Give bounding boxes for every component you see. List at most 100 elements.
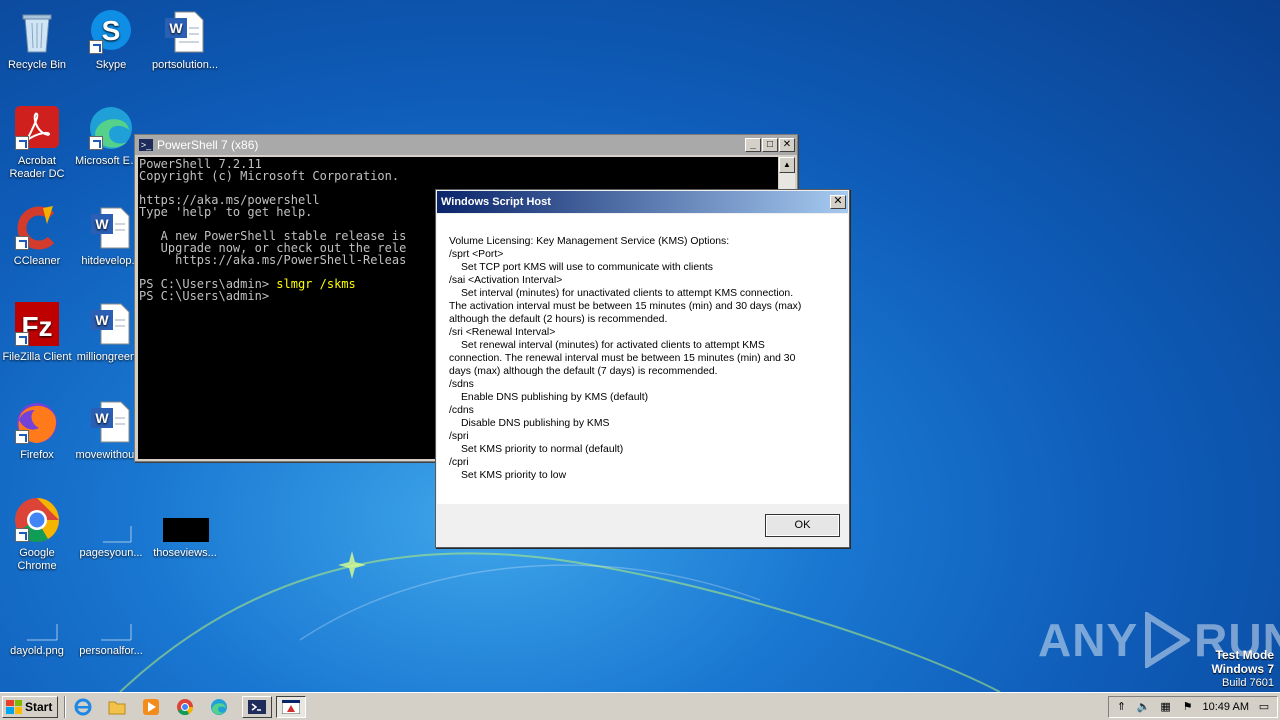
dialog-message: Volume Licensing: Key Management Service… [437,214,848,504]
svg-text:W: W [95,312,109,328]
script-host-icon [282,699,301,714]
clock[interactable]: 10:49 AM [1203,701,1249,713]
dialog-line: /sai <Activation Interval> [449,275,563,286]
shortcut-arrow-icon [15,332,29,346]
close-button[interactable]: ✕ [779,138,795,152]
shortcut-arrow-icon [15,430,29,444]
ok-button[interactable]: OK [765,514,840,537]
desktop-icon-recycle-bin[interactable]: Recycle Bin [0,8,74,72]
maximize-button[interactable]: □ [762,138,778,152]
svg-text:W: W [95,410,109,426]
skype-icon: S [87,8,135,56]
dialog-line: Disable DNS publishing by KMS [461,418,610,429]
desktop-icon-label: CCleaner [13,255,61,267]
shortcut-arrow-icon [89,136,103,150]
desktop-icon-personalfor[interactable]: personalfor... [74,594,148,658]
dialog-line: /sri <Renewal Interval> [449,327,556,338]
folder-icon [108,701,126,714]
taskbar-item-powershell[interactable] [242,695,273,718]
minimize-button[interactable]: _ [745,138,761,152]
windows-logo-icon [6,699,22,714]
action-center-flag-icon[interactable]: ⚑ [1181,700,1195,714]
taskbar: Start ⇑ 🔈 ▦ ⚑ 10:49 AM ▭ [0,692,1280,720]
powershell-title-bar[interactable]: >_ PowerShell 7 (x86) _ □ ✕ [135,135,797,155]
dialog-line: Set KMS priority to low [461,470,567,481]
dialog-line: The activation interval must be between … [449,301,802,312]
desktop-icon-pagesyoun[interactable]: pagesyoun... [74,496,148,560]
dialog-title-bar[interactable]: Windows Script Host ✕ [437,191,848,213]
show-desktop-icon[interactable]: ▭ [1257,700,1271,714]
dialog-line: /sdns [449,379,474,390]
network-icon[interactable]: ▦ [1159,700,1173,714]
desktop-icon-filezilla[interactable]: Fz FileZilla Client [0,300,74,364]
dialog-line: Volume Licensing: Key Management Service… [449,236,730,247]
test-mode-line: Test Mode [1215,648,1274,662]
ccleaner-icon [13,204,61,252]
console-line: https://aka.ms/PowerShell-Releas [139,253,407,267]
word-document-icon: W [87,204,135,252]
svg-text:S: S [102,15,121,46]
desktop-icon-google-chrome[interactable]: Google Chrome [0,496,74,573]
desktop-icon-label: Firefox [20,449,54,461]
scroll-up-arrow-icon[interactable]: ▲ [779,157,795,173]
quicklaunch-edge[interactable] [208,696,230,718]
quicklaunch-explorer[interactable] [106,696,128,718]
start-label: Start [25,699,53,714]
console-prompt: PS C:\Users\admin> [139,289,270,303]
dialog-line: Enable DNS publishing by KMS (default) [461,392,649,403]
edge-icon [87,104,135,152]
console-command: slmgr /skms [276,277,356,291]
desktop-icon-label: Skype [95,59,127,71]
taskbar-item-script-host[interactable] [276,695,307,718]
dialog-line: /sprt <Port> [449,249,504,260]
desktop-icon-thoseviews[interactable]: thoseviews... [148,496,222,560]
dialog-line: Set renewal interval (minutes) for activ… [461,340,765,351]
show-hidden-icons-icon[interactable]: ⇑ [1115,700,1129,714]
recycle-bin-icon [13,8,61,56]
shortcut-arrow-icon [15,236,29,250]
volume-icon[interactable]: 🔈 [1137,700,1151,714]
desktop-icon-skype[interactable]: S Skype [74,8,148,72]
chrome-icon [13,496,61,544]
word-document-icon: W [87,300,135,348]
desktop-icon-label: personalfor... [79,645,143,657]
blank-file-icon [87,594,135,642]
shortcut-arrow-icon [15,136,29,150]
svg-text:W: W [169,20,183,36]
dialog-line: /cdns [449,405,474,416]
powershell-icon: >_ [139,139,153,151]
dialog-close-button[interactable]: ✕ [830,195,846,209]
desktop-icon-dayold[interactable]: dayold.png [0,594,74,658]
console-line: Copyright (c) Microsoft Corporation. [139,169,400,183]
edge-icon [211,698,228,715]
dialog-line: Set interval (minutes) for unactivated c… [461,288,794,299]
desktop-icon-ccleaner[interactable]: CCleaner [0,204,74,268]
dialog-line: connection. The renewal interval must be… [449,353,796,364]
window-title: PowerShell 7 (x86) [157,138,259,152]
black-image-icon [161,496,209,544]
dialog-line: /spri [449,431,469,442]
windows-script-host-dialog[interactable]: Windows Script Host ✕ Volume Licensing: … [435,189,850,548]
desktop-icon-firefox[interactable]: Firefox [0,398,74,462]
shortcut-arrow-icon [89,40,103,54]
dialog-line: /cpri [449,457,469,468]
word-document-icon: W [161,8,209,56]
firefox-icon [13,398,61,446]
svg-text:W: W [95,216,109,232]
quicklaunch-ie[interactable] [72,696,94,718]
desktop-icon-label: Google Chrome [17,547,57,572]
filezilla-icon: Fz [13,300,61,348]
desktop-icon-label: dayold.png [10,645,64,657]
start-button[interactable]: Start [2,695,59,718]
desktop-icon-portsolution[interactable]: W portsolution... [148,8,222,72]
acrobat-icon [13,104,61,152]
quicklaunch-media-player[interactable] [140,696,162,718]
dialog-line: days (max) although the default (7 days)… [449,366,718,377]
quicklaunch-chrome[interactable] [174,696,196,718]
dialog-line: Set TCP port KMS will use to communicate… [461,262,713,273]
desktop-icon-label: pagesyoun... [79,547,143,559]
shortcut-arrow-icon [15,528,29,542]
dialog-title: Windows Script Host [441,196,551,208]
dialog-line: although the default (2 hours) is recomm… [449,314,668,325]
desktop-icon-acrobat[interactable]: Acrobat Reader DC [0,104,74,181]
